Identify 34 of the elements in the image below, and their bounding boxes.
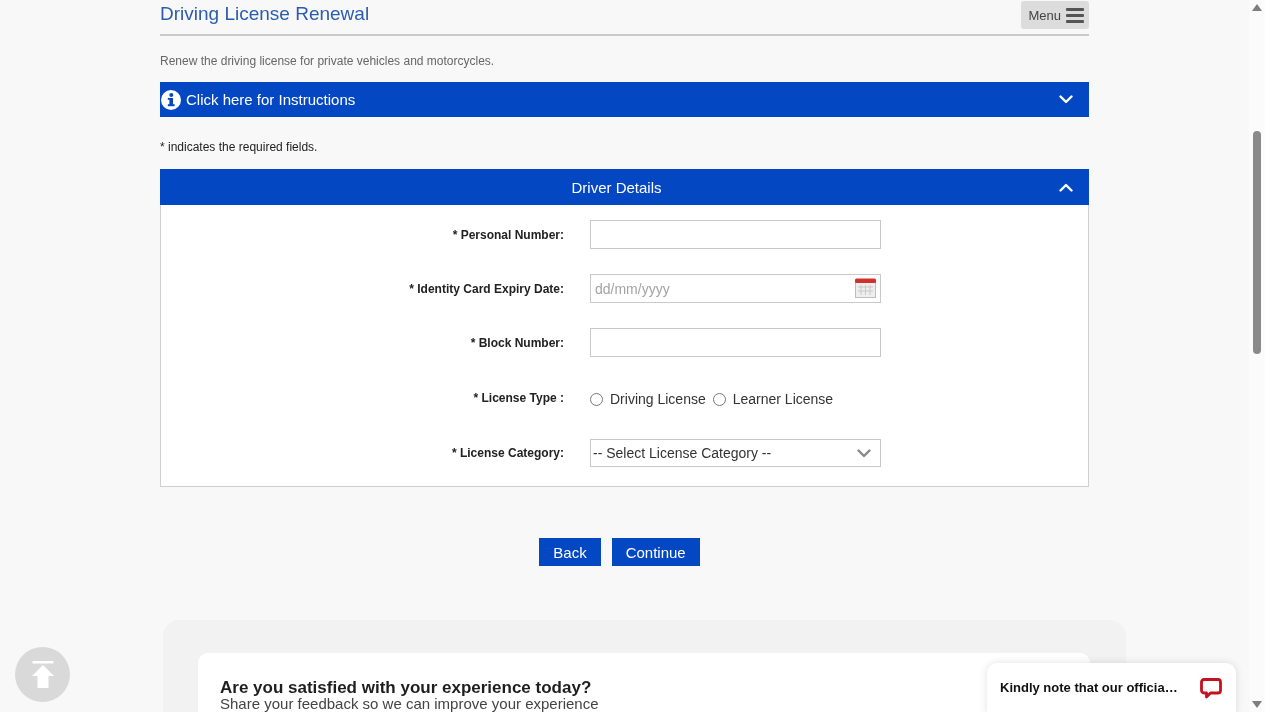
field-label: * Identity Card Expiry Date:: [409, 281, 564, 296]
panel-header[interactable]: Driver Details: [160, 169, 1089, 205]
text-input[interactable]: [590, 328, 881, 357]
chat-widget[interactable]: Kindly note that our officia…: [987, 663, 1236, 712]
field-label: * License Type :: [473, 391, 564, 405]
radio-label[interactable]: Learner License: [732, 391, 834, 407]
field-label: * Personal Number:: [452, 227, 564, 242]
feedback-subtitle: Share your feedback so we can improve your experience: [220, 698, 599, 710]
calendar-icon[interactable]: [855, 278, 876, 298]
feedback-title: Are you satisfied with your experience today?: [220, 678, 592, 698]
scroll-down-arrow-icon[interactable]: [1252, 701, 1262, 708]
required-note: * indicates the required fields.: [160, 140, 319, 154]
scrollbar-thumb[interactable]: [1253, 131, 1261, 354]
field-label: * License Category:: [451, 446, 564, 460]
page-description: Renew the driving license for private vehicles and motorcycles.: [160, 54, 496, 68]
arrow-to-top-icon: [31, 661, 54, 688]
continue-button[interactable]: Continue: [611, 538, 700, 566]
menu-icon: [1066, 7, 1084, 23]
back-button[interactable]: Back: [539, 538, 601, 566]
date-input[interactable]: dd/mm/yyyy: [590, 274, 881, 303]
chat-message: Kindly note that our officia…: [1000, 680, 1179, 696]
radio-button[interactable]: [590, 392, 603, 406]
radio-label[interactable]: Driving License: [610, 391, 706, 407]
instructions-toggle[interactable]: Click here for Instructions: [160, 82, 1089, 117]
chevron-down-icon: [857, 448, 871, 458]
menu-button[interactable]: Menu: [1021, 1, 1089, 29]
info-icon: [161, 89, 181, 110]
page-title: Driving License Renewal: [160, 2, 370, 26]
radio-button[interactable]: [712, 392, 726, 406]
scroll-up-arrow-icon[interactable]: [1252, 4, 1262, 11]
field-label: * Block Number:: [470, 335, 564, 350]
select-dropdown[interactable]: -- Select License Category --: [590, 439, 881, 467]
chat-bubble-icon: [1200, 677, 1222, 699]
text-input[interactable]: [590, 220, 881, 249]
